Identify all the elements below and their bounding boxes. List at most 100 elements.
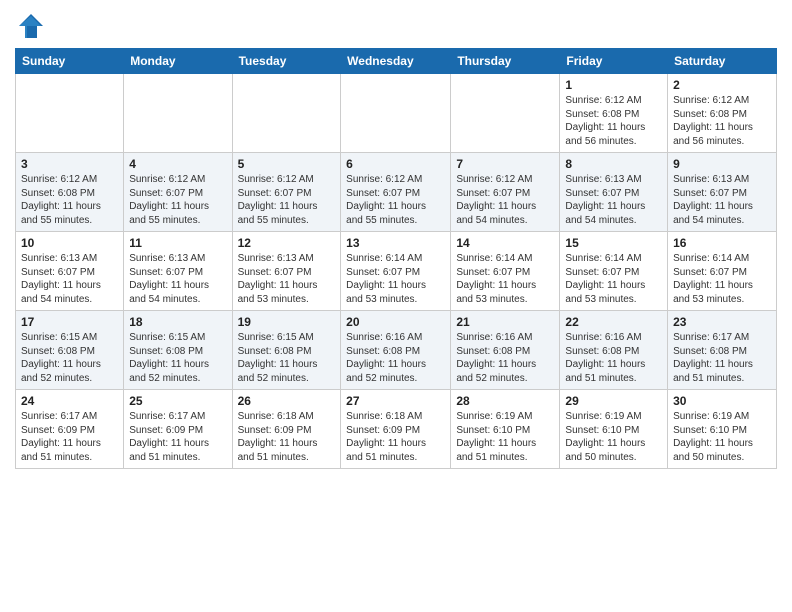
header-tuesday: Tuesday [232,49,341,74]
day-info: Sunrise: 6:19 AM Sunset: 6:10 PM Dayligh… [673,410,771,464]
day-info: Sunrise: 6:13 AM Sunset: 6:07 PM Dayligh… [129,252,226,306]
day-info: Sunrise: 6:18 AM Sunset: 6:09 PM Dayligh… [346,410,445,464]
calendar-week-row: 1 Sunrise: 6:12 AM Sunset: 6:08 PM Daylig… [16,74,777,153]
day-number: 30 [673,394,771,408]
day-number: 5 [238,157,336,171]
table-row: 9 Sunrise: 6:13 AM Sunset: 6:07 PM Daylig… [668,153,777,232]
day-number: 10 [21,236,118,250]
day-number: 18 [129,315,226,329]
day-info: Sunrise: 6:18 AM Sunset: 6:09 PM Dayligh… [238,410,336,464]
day-number: 28 [456,394,554,408]
table-row: 12 Sunrise: 6:13 AM Sunset: 6:07 PM Dayli… [232,232,341,311]
logo [15,14,45,40]
table-row: 15 Sunrise: 6:14 AM Sunset: 6:07 PM Dayli… [560,232,668,311]
day-number: 12 [238,236,336,250]
table-row: 20 Sunrise: 6:16 AM Sunset: 6:08 PM Dayli… [341,311,451,390]
day-number: 21 [456,315,554,329]
table-row: 23Sunrise: 6:17 AM Sunset: 6:08 PM Dayli… [668,311,777,390]
table-row: 4 Sunrise: 6:12 AM Sunset: 6:07 PM Daylig… [124,153,232,232]
day-number: 17 [21,315,118,329]
day-info: Sunrise: 6:12 AM Sunset: 6:08 PM Dayligh… [21,173,118,227]
calendar-week-row: 24 Sunrise: 6:17 AM Sunset: 6:09 PM Dayli… [16,390,777,469]
header [15,10,777,40]
table-row: 3 Sunrise: 6:12 AM Sunset: 6:08 PM Daylig… [16,153,124,232]
table-row: 25 Sunrise: 6:17 AM Sunset: 6:09 PM Dayli… [124,390,232,469]
day-number: 3 [21,157,118,171]
day-number: 16 [673,236,771,250]
day-info: Sunrise: 6:15 AM Sunset: 6:08 PM Dayligh… [21,331,118,385]
table-row: 30 Sunrise: 6:19 AM Sunset: 6:10 PM Dayli… [668,390,777,469]
table-row: 17 Sunrise: 6:15 AM Sunset: 6:08 PM Dayli… [16,311,124,390]
table-row: 8Sunrise: 6:13 AM Sunset: 6:07 PM Daylig… [560,153,668,232]
calendar-week-row: 3 Sunrise: 6:12 AM Sunset: 6:08 PM Daylig… [16,153,777,232]
day-info: Sunrise: 6:17 AM Sunset: 6:09 PM Dayligh… [21,410,118,464]
table-row: 7 Sunrise: 6:12 AM Sunset: 6:07 PM Daylig… [451,153,560,232]
day-info: Sunrise: 6:12 AM Sunset: 6:07 PM Dayligh… [346,173,445,227]
table-row: 27 Sunrise: 6:18 AM Sunset: 6:09 PM Dayli… [341,390,451,469]
day-number: 23 [673,315,771,329]
day-number: 27 [346,394,445,408]
day-info: Sunrise: 6:12 AM Sunset: 6:07 PM Dayligh… [456,173,554,227]
day-number: 4 [129,157,226,171]
day-info: Sunrise: 6:16 AM Sunset: 6:08 PM Dayligh… [346,331,445,385]
table-row: 1 Sunrise: 6:12 AM Sunset: 6:08 PM Daylig… [560,74,668,153]
table-row: 11Sunrise: 6:13 AM Sunset: 6:07 PM Dayli… [124,232,232,311]
header-thursday: Thursday [451,49,560,74]
table-row [341,74,451,153]
page: Sunday Monday Tuesday Wednesday Thursday… [0,0,792,612]
calendar-week-row: 10 Sunrise: 6:13 AM Sunset: 6:07 PM Dayli… [16,232,777,311]
table-row: 6 Sunrise: 6:12 AM Sunset: 6:07 PM Daylig… [341,153,451,232]
day-number: 6 [346,157,445,171]
day-number: 2 [673,78,771,92]
day-info: Sunrise: 6:13 AM Sunset: 6:07 PM Dayligh… [238,252,336,306]
day-number: 8 [565,157,662,171]
table-row: 28 Sunrise: 6:19 AM Sunset: 6:10 PM Dayli… [451,390,560,469]
day-number: 7 [456,157,554,171]
table-row: 21Sunrise: 6:16 AM Sunset: 6:08 PM Dayli… [451,311,560,390]
table-row: 29 Sunrise: 6:19 AM Sunset: 6:10 PM Dayli… [560,390,668,469]
header-wednesday: Wednesday [341,49,451,74]
day-number: 29 [565,394,662,408]
table-row [232,74,341,153]
weekday-header-row: Sunday Monday Tuesday Wednesday Thursday… [16,49,777,74]
header-friday: Friday [560,49,668,74]
table-row [16,74,124,153]
day-number: 14 [456,236,554,250]
day-info: Sunrise: 6:12 AM Sunset: 6:07 PM Dayligh… [238,173,336,227]
day-info: Sunrise: 6:14 AM Sunset: 6:07 PM Dayligh… [673,252,771,306]
calendar-table: Sunday Monday Tuesday Wednesday Thursday… [15,48,777,469]
day-info: Sunrise: 6:13 AM Sunset: 6:07 PM Dayligh… [673,173,771,227]
day-number: 20 [346,315,445,329]
table-row [124,74,232,153]
day-number: 1 [565,78,662,92]
day-info: Sunrise: 6:14 AM Sunset: 6:07 PM Dayligh… [565,252,662,306]
table-row: 5 Sunrise: 6:12 AM Sunset: 6:07 PM Daylig… [232,153,341,232]
day-info: Sunrise: 6:12 AM Sunset: 6:07 PM Dayligh… [129,173,226,227]
day-info: Sunrise: 6:12 AM Sunset: 6:08 PM Dayligh… [565,94,662,148]
logo-icon [17,12,45,40]
table-row: 16 Sunrise: 6:14 AM Sunset: 6:07 PM Dayli… [668,232,777,311]
day-info: Sunrise: 6:14 AM Sunset: 6:07 PM Dayligh… [456,252,554,306]
table-row: 24 Sunrise: 6:17 AM Sunset: 6:09 PM Dayli… [16,390,124,469]
calendar-week-row: 17 Sunrise: 6:15 AM Sunset: 6:08 PM Dayli… [16,311,777,390]
day-info: Sunrise: 6:17 AM Sunset: 6:09 PM Dayligh… [129,410,226,464]
day-number: 13 [346,236,445,250]
day-info: Sunrise: 6:19 AM Sunset: 6:10 PM Dayligh… [565,410,662,464]
table-row: 10 Sunrise: 6:13 AM Sunset: 6:07 PM Dayli… [16,232,124,311]
day-number: 25 [129,394,226,408]
table-row: 2Sunrise: 6:12 AM Sunset: 6:08 PM Daylig… [668,74,777,153]
day-number: 15 [565,236,662,250]
table-row: 22Sunrise: 6:16 AM Sunset: 6:08 PM Dayli… [560,311,668,390]
day-info: Sunrise: 6:13 AM Sunset: 6:07 PM Dayligh… [21,252,118,306]
table-row: 18Sunrise: 6:15 AM Sunset: 6:08 PM Dayli… [124,311,232,390]
day-info: Sunrise: 6:19 AM Sunset: 6:10 PM Dayligh… [456,410,554,464]
table-row [451,74,560,153]
day-number: 24 [21,394,118,408]
header-sunday: Sunday [16,49,124,74]
table-row: 19Sunrise: 6:15 AM Sunset: 6:08 PM Dayli… [232,311,341,390]
table-row: 26Sunrise: 6:18 AM Sunset: 6:09 PM Dayli… [232,390,341,469]
day-number: 9 [673,157,771,171]
day-info: Sunrise: 6:16 AM Sunset: 6:08 PM Dayligh… [565,331,662,385]
header-monday: Monday [124,49,232,74]
table-row: 13Sunrise: 6:14 AM Sunset: 6:07 PM Dayli… [341,232,451,311]
